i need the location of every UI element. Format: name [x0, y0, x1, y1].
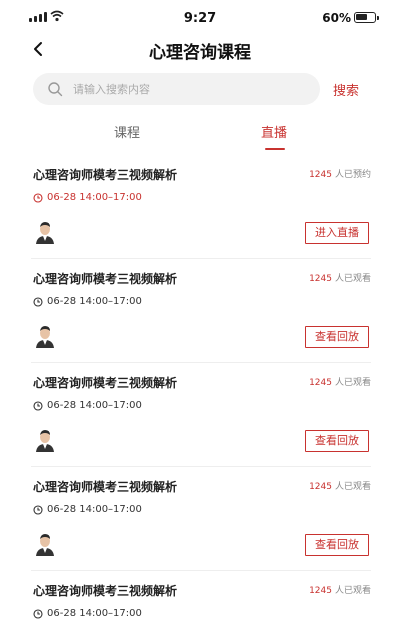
search-bar: 搜索 [0, 73, 400, 105]
count-suffix: 人已观看 [334, 378, 371, 388]
battery-percent: 60% [322, 11, 351, 25]
divider [31, 570, 371, 571]
list-item[interactable]: 心理咨询师模考三视频解析 1245 人已预约 06-28 14:00–17:00 … [31, 160, 371, 256]
clock-icon [33, 296, 43, 307]
count-number: 1245 [309, 274, 332, 284]
view-replay-button[interactable]: 查看回放 [305, 326, 369, 348]
course-count: 1245 人已观看 [309, 271, 371, 284]
course-title: 心理咨询师模考三视频解析 [33, 168, 178, 182]
search-box[interactable] [33, 73, 320, 105]
avatar [36, 534, 54, 556]
avatar [36, 222, 54, 244]
view-replay-button[interactable]: 查看回放 [305, 534, 369, 556]
search-icon [48, 82, 63, 97]
list-item[interactable]: 心理咨询师模考三视频解析 1245 人已观看 06-28 14:00–17:00 … [31, 368, 371, 464]
clock-icon [33, 504, 43, 515]
course-title: 心理咨询师模考三视频解析 [33, 480, 178, 494]
count-number: 1245 [309, 586, 332, 596]
avatar [36, 430, 54, 452]
course-time: 06-28 14:00–17:00 [33, 504, 142, 515]
count-suffix: 人已预约 [334, 170, 371, 180]
status-bar: 9:27 60% [0, 0, 400, 36]
course-title: 心理咨询师模考三视频解析 [33, 584, 178, 598]
course-time: 06-28 14:00–17:00 [33, 608, 142, 619]
clock-icon [33, 192, 43, 203]
course-time-text: 06-28 14:00–17:00 [47, 296, 142, 307]
course-time-text: 06-28 14:00–17:00 [47, 192, 142, 203]
enter-live-button[interactable]: 进入直播 [305, 222, 369, 244]
course-title: 心理咨询师模考三视频解析 [33, 272, 178, 286]
tab-active-indicator [265, 148, 285, 150]
course-time-text: 06-28 14:00–17:00 [47, 400, 142, 411]
count-number: 1245 [309, 482, 332, 492]
count-suffix: 人已观看 [334, 274, 371, 284]
course-count: 1245 人已观看 [309, 375, 371, 388]
nav-bar: 心理咨询课程 [0, 36, 400, 63]
clock-icon [33, 400, 43, 411]
divider [31, 362, 371, 363]
list-item[interactable]: 心理咨询师模考三视频解析 1245 人已观看 06-28 14:00–17:00 [31, 576, 371, 630]
course-time: 06-28 14:00–17:00 [33, 192, 142, 203]
list-item[interactable]: 心理咨询师模考三视频解析 1245 人已观看 06-28 14:00–17:00 … [31, 264, 371, 360]
count-suffix: 人已观看 [334, 482, 371, 492]
count-number: 1245 [309, 170, 332, 180]
course-time-text: 06-28 14:00–17:00 [47, 504, 142, 515]
search-button[interactable]: 搜索 [333, 80, 359, 99]
course-time: 06-28 14:00–17:00 [33, 400, 142, 411]
tab-bar: 课程 直播 [0, 118, 400, 154]
avatar [36, 326, 54, 348]
list-item[interactable]: 心理咨询师模考三视频解析 1245 人已观看 06-28 14:00–17:00 … [31, 472, 371, 568]
course-time-text: 06-28 14:00–17:00 [47, 608, 142, 619]
divider [31, 258, 371, 259]
tab-live[interactable]: 直播 [261, 122, 287, 141]
search-input[interactable] [73, 73, 303, 105]
course-time: 06-28 14:00–17:00 [33, 296, 142, 307]
course-title: 心理咨询师模考三视频解析 [33, 376, 178, 390]
course-count: 1245 人已观看 [309, 479, 371, 492]
tab-course[interactable]: 课程 [114, 122, 140, 141]
divider [31, 466, 371, 467]
battery-icon [354, 12, 379, 23]
count-number: 1245 [309, 378, 332, 388]
count-suffix: 人已观看 [334, 586, 371, 596]
view-replay-button[interactable]: 查看回放 [305, 430, 369, 452]
course-count: 1245 人已观看 [309, 583, 371, 596]
course-count: 1245 人已预约 [309, 167, 371, 180]
page-title: 心理咨询课程 [149, 43, 251, 63]
clock-icon [33, 608, 43, 619]
